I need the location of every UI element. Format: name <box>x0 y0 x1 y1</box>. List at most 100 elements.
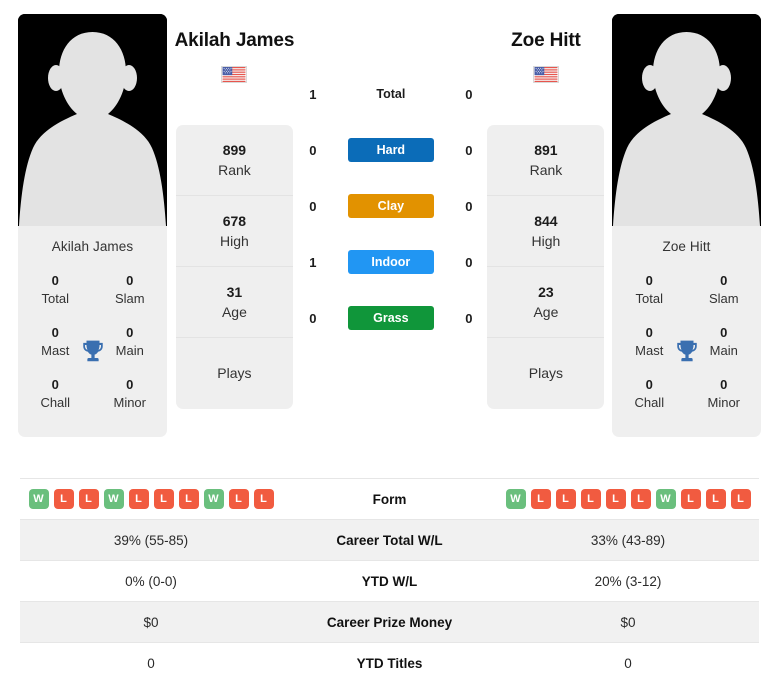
surface-count-right: 0 <box>465 86 473 102</box>
surface-count-right: 0 <box>465 142 473 158</box>
surface-label-grass[interactable]: Grass <box>347 306 434 330</box>
stat-label: High <box>531 233 561 249</box>
player-card-right[interactable]: Zoe Hitt 0 Total 0 Slam 0 Mast 0 Main 0 … <box>612 14 762 438</box>
form-badge[interactable]: L <box>680 489 701 509</box>
player-photo-right <box>612 14 762 226</box>
form-badge[interactable]: L <box>580 489 601 509</box>
form-badge[interactable]: L <box>730 489 751 509</box>
surface-label-indoor[interactable]: Indoor <box>347 250 434 274</box>
table-row-form: W L L W L L L W L L Form W L L L L L W L… <box>20 478 759 520</box>
stat-value: 899 <box>222 141 247 158</box>
title-value: 0 <box>645 273 653 288</box>
form-badge[interactable]: L <box>78 489 99 509</box>
us-flag-icon-right <box>532 66 559 83</box>
stat-value: 678 <box>222 212 247 229</box>
title-minor-left: 0 Minor <box>93 369 168 421</box>
value-right: 0 <box>624 655 632 671</box>
form-badge[interactable]: L <box>530 489 551 509</box>
stat-high-left: 678 High <box>175 196 293 267</box>
form-badge-list-left: W L L W L L L W L L <box>20 489 282 509</box>
title-label: Main <box>115 342 144 358</box>
title-chall-left: 0 Chall <box>18 369 93 421</box>
value-left: 39% (55-85) <box>113 532 189 548</box>
value-left: 0% (0-0) <box>125 573 177 589</box>
stat-label: High <box>220 233 249 249</box>
form-badge[interactable]: W <box>505 489 526 509</box>
title-label: Minor <box>707 394 741 410</box>
stat-age-left: 31 Age <box>175 267 293 338</box>
stat-value: 23 <box>538 283 554 300</box>
surface-count-left: 0 <box>309 310 317 326</box>
form-badge[interactable]: L <box>705 489 726 509</box>
form-badge[interactable]: L <box>153 489 174 509</box>
player-info-right: Zoe Hitt 891 Rank 844 High 23 Age Plays <box>480 8 612 409</box>
player-name-left: Akilah James <box>174 30 295 51</box>
row-label-form: Form <box>372 491 407 507</box>
form-badges-left: W L L W L L L W L L <box>20 479 282 520</box>
title-total-right: 0 Total <box>612 265 687 317</box>
title-main-right: 0 Main <box>687 317 762 369</box>
surface-label-total: Total <box>376 87 406 101</box>
title-value: 0 <box>645 325 653 341</box>
value-left: $0 <box>143 614 159 630</box>
form-badge[interactable]: L <box>253 489 274 509</box>
table-row-ytd-wl: 0% (0-0) YTD W/L 20% (3-12) <box>20 560 759 602</box>
stat-label: Rank <box>529 162 563 178</box>
comparison-table: W L L W L L L W L L Form W L L L L L W L… <box>20 478 759 684</box>
stat-stack-right: 891 Rank 844 High 23 Age Plays <box>487 125 605 409</box>
title-value: 0 <box>51 377 59 393</box>
form-badge[interactable]: L <box>128 489 149 509</box>
row-label-ytd-titles: YTD Titles <box>356 655 423 671</box>
table-row-career-total-wl: 39% (55-85) Career Total W/L 33% (43-89) <box>20 519 759 561</box>
title-label: Main <box>709 342 738 358</box>
value-right: 33% (43-89) <box>590 532 666 548</box>
form-badge[interactable]: L <box>630 489 651 509</box>
title-label: Total <box>635 290 663 306</box>
form-badge[interactable]: L <box>178 489 199 509</box>
table-row-career-prize-money: $0 Career Prize Money $0 <box>20 601 759 643</box>
title-label: Minor <box>113 394 146 410</box>
surface-comparison-column: 1 Total 0 0 Hard 0 0 Clay 0 1 Indoor 0 0… <box>302 8 480 346</box>
form-badge[interactable]: L <box>555 489 576 509</box>
form-badge[interactable]: W <box>103 489 124 509</box>
player-card-name-left: Akilah James <box>51 239 134 254</box>
surface-count-left: 0 <box>309 198 317 214</box>
player-info-left: Akilah James 899 Rank 678 High 31 Age Pl… <box>167 8 302 409</box>
form-badge[interactable]: W <box>28 489 49 509</box>
form-badge[interactable]: L <box>53 489 74 509</box>
surface-count-left: 1 <box>309 86 317 102</box>
player-card-left[interactable]: Akilah James 0 Total 0 Slam 0 Mast 0 Mai… <box>18 14 167 438</box>
surface-count-right: 0 <box>465 198 473 214</box>
stat-rank-left: 899 Rank <box>175 125 293 196</box>
title-label: Chall <box>634 394 665 410</box>
row-label-career-prize-money: Career Prize Money <box>326 614 453 630</box>
player-name-right: Zoe Hitt <box>511 30 581 51</box>
stat-plays-right: Plays <box>487 338 604 409</box>
stat-high-right: 844 High <box>487 196 605 267</box>
surface-label-hard[interactable]: Hard <box>347 138 434 162</box>
form-badge[interactable]: L <box>228 489 249 509</box>
form-badge[interactable]: W <box>203 489 224 509</box>
value-left: 0 <box>147 655 155 671</box>
us-flag-icon-left <box>221 66 248 83</box>
form-badge[interactable]: L <box>605 489 626 509</box>
title-value: 0 <box>126 377 134 393</box>
titles-grid-left: 0 Total 0 Slam 0 Mast 0 Main 0 Chall 0 M… <box>18 265 167 437</box>
surface-label-clay[interactable]: Clay <box>347 194 434 218</box>
title-value: 0 <box>51 273 59 288</box>
title-minor-right: 0 Minor <box>687 369 762 421</box>
title-label: Chall <box>40 394 71 410</box>
stat-stack-left: 899 Rank 678 High 31 Age Plays <box>175 125 293 409</box>
form-badges-right: W L L L L L W L L L <box>497 479 759 520</box>
title-label: Mast <box>41 342 70 358</box>
form-badge[interactable]: W <box>655 489 676 509</box>
table-row-ytd-titles: 0 YTD Titles 0 <box>20 642 759 684</box>
stat-label: Age <box>221 304 247 320</box>
title-slam-left: 0 Slam <box>93 265 168 317</box>
stat-value: 891 <box>534 141 558 158</box>
stat-label: Rank <box>218 162 251 178</box>
stat-rank-right: 891 Rank <box>487 125 605 196</box>
stat-value: 31 <box>226 283 243 300</box>
surface-count-right: 0 <box>465 310 473 326</box>
surface-count-left: 1 <box>309 254 317 270</box>
